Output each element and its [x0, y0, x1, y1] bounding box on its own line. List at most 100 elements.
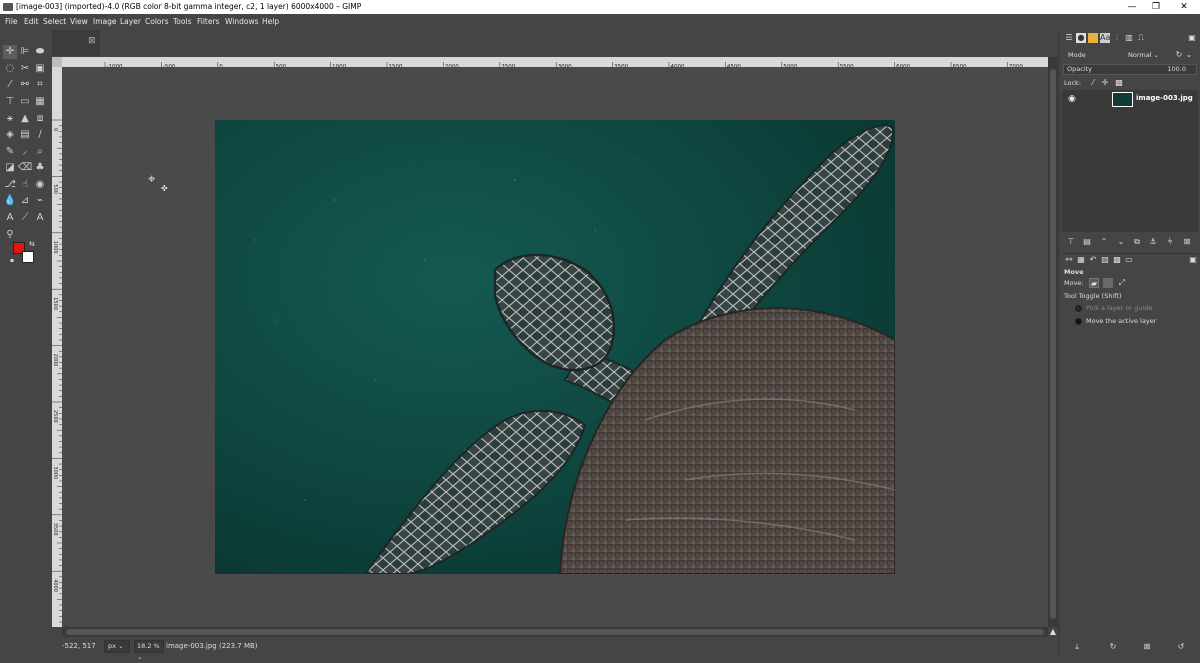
text-tool-icon[interactable]: A: [3, 211, 17, 225]
paths-tool-icon[interactable]: ⌁: [33, 194, 47, 208]
menu-image[interactable]: Image: [93, 14, 117, 30]
layer-row[interactable]: ◉ image-003.jpg: [1062, 90, 1198, 110]
eraser-tool-icon[interactable]: ⌫: [18, 161, 32, 175]
pick-layer-option[interactable]: Pick a layer or guide: [1086, 303, 1152, 314]
lock-pixels-icon[interactable]: ⁄: [1088, 78, 1098, 88]
clone-tool-icon[interactable]: ◪: [3, 161, 17, 175]
reset-options-icon[interactable]: ↺: [1176, 642, 1186, 652]
grid-transform-icon[interactable]: ▦: [33, 95, 47, 109]
navigation-tab-icon[interactable]: ▭: [1124, 255, 1134, 265]
perspective-clone-icon[interactable]: ⎇: [3, 178, 17, 192]
patterns-tab-icon[interactable]: [1088, 33, 1098, 43]
image-canvas[interactable]: [215, 120, 895, 574]
flip-tool-icon[interactable]: ⧈: [33, 112, 47, 126]
lock-position-icon[interactable]: ✛: [1100, 78, 1110, 88]
ink-tool-icon[interactable]: ⌕: [33, 145, 47, 159]
horizontal-scroll-thumb[interactable]: [66, 629, 1044, 635]
delete-layer-icon[interactable]: ⊠: [1182, 237, 1192, 247]
channels-tab-icon[interactable]: ⎍: [1136, 33, 1146, 43]
delete-options-icon[interactable]: ⊠: [1142, 642, 1152, 652]
unified-transform-icon[interactable]: ▭: [18, 95, 32, 109]
move-selection-mode-icon[interactable]: [1103, 278, 1113, 288]
close-tab-icon[interactable]: ⊠: [88, 36, 96, 46]
tool-options-close-icon[interactable]: ▣: [1188, 255, 1198, 265]
undo-history-tab-icon[interactable]: ↶: [1088, 255, 1098, 265]
new-layer-group-icon[interactable]: ⊤: [1066, 237, 1076, 247]
menu-edit[interactable]: Edit: [24, 14, 39, 30]
align-tool-icon[interactable]: ⊫: [18, 45, 32, 59]
smudge-tool-icon[interactable]: ☝: [18, 178, 32, 192]
menu-help[interactable]: Help: [262, 14, 279, 30]
brushes-tab-icon[interactable]: ●: [1076, 33, 1086, 43]
menu-file[interactable]: File: [5, 14, 18, 30]
menu-filters[interactable]: Filters: [197, 14, 219, 30]
horizontal-scrollbar[interactable]: [62, 627, 1048, 637]
menu-select[interactable]: Select: [43, 14, 66, 30]
duplicate-layer-icon[interactable]: ⧉: [1132, 237, 1142, 247]
horizontal-ruler[interactable]: -1000 -500 0 500 1000 1500 2000 2500 3000 3500 400…: [62, 57, 1048, 67]
transform-tool-icon[interactable]: ⊤: [3, 95, 17, 109]
blur-tool-icon[interactable]: 💧: [3, 194, 17, 208]
images-tab-icon[interactable]: ▨: [1100, 255, 1110, 265]
pencil-tool-icon[interactable]: ✎: [3, 145, 17, 159]
paintbrush-tool-icon[interactable]: ∕: [33, 128, 47, 142]
navigate-icon[interactable]: ▲: [1048, 627, 1058, 637]
ruler-corner[interactable]: [52, 57, 62, 67]
heal-tool-icon[interactable]: ♣: [33, 161, 47, 175]
foreground-select-icon[interactable]: ⚯: [18, 78, 32, 92]
zoom-select[interactable]: 18.2 % ⌄: [134, 640, 164, 661]
background-color-swatch[interactable]: [22, 251, 34, 263]
palettes-tab-icon[interactable]: ▩: [1112, 255, 1122, 265]
zoom-tool-icon[interactable]: ⚲: [3, 228, 17, 242]
crop-tool-icon[interactable]: ⌗: [33, 78, 47, 92]
fuzzy-wand-icon[interactable]: ⁄: [3, 78, 17, 92]
lower-layer-icon[interactable]: ⌄: [1116, 237, 1126, 247]
dodge-burn-icon[interactable]: ◉: [33, 178, 47, 192]
opacity-slider[interactable]: Opacity 100.0: [1063, 64, 1197, 75]
menu-layer[interactable]: Layer: [120, 14, 141, 30]
move-layer-mode-icon[interactable]: ▰: [1089, 278, 1099, 288]
document-history-icon[interactable]: ▥: [1124, 33, 1134, 43]
menu-view[interactable]: View: [70, 14, 88, 30]
layer-mask-icon[interactable]: ⫩: [1165, 237, 1175, 247]
menu-colors[interactable]: Colors: [145, 14, 169, 30]
cage-tool-icon[interactable]: ▲: [18, 112, 32, 126]
airbrush-tool-icon[interactable]: ⸝: [18, 145, 32, 159]
move-tool-icon[interactable]: ✛: [3, 45, 17, 59]
vertical-scroll-thumb[interactable]: [1050, 69, 1056, 619]
lock-alpha-icon[interactable]: ▩: [1114, 78, 1124, 88]
ellipse-tool-icon[interactable]: ⬬: [33, 45, 47, 59]
move-active-layer-option[interactable]: Move the active layer: [1086, 316, 1156, 327]
visibility-eye-icon[interactable]: ◉: [1068, 94, 1076, 104]
reset-colors-icon[interactable]: ▪: [10, 257, 14, 264]
device-status-tab-icon[interactable]: ▦: [1076, 255, 1086, 265]
chevron-down-icon[interactable]: ⌄: [1184, 50, 1194, 60]
close-button[interactable]: ✕: [1170, 0, 1198, 14]
restore-options-icon[interactable]: ↻: [1108, 642, 1118, 652]
tool-presets-icon[interactable]: ⫶: [1112, 33, 1122, 43]
vertical-ruler[interactable]: 050010001500200025003000350040004500: [52, 67, 62, 627]
fuzzy-select-tool-icon[interactable]: ▣: [33, 62, 47, 76]
fonts-tab-icon[interactable]: Aa: [1100, 33, 1110, 43]
raise-layer-icon[interactable]: ⌃: [1099, 237, 1109, 247]
swap-colors-icon[interactable]: ⇆: [29, 240, 35, 248]
reset-mode-icon[interactable]: ↻: [1174, 50, 1184, 60]
color-picker-icon[interactable]: ⊿: [18, 194, 32, 208]
measure-tool-icon[interactable]: ⟋: [18, 211, 32, 225]
vertical-scrollbar[interactable]: [1048, 57, 1058, 627]
menu-tools[interactable]: Tools: [173, 14, 191, 30]
menu-windows[interactable]: Windows: [225, 14, 258, 30]
free-select-tool-icon[interactable]: ◌: [3, 62, 17, 76]
mode-select[interactable]: Normal ⌄: [1128, 50, 1159, 61]
dock-menu-icon[interactable]: ☰: [1064, 33, 1074, 43]
pick-layer-radio[interactable]: [1075, 305, 1082, 312]
image-tab[interactable]: ⊠: [52, 30, 100, 56]
gradient-tool-icon[interactable]: ▤: [18, 128, 32, 142]
bucket-fill-icon[interactable]: ◈: [3, 128, 17, 142]
move-path-mode-icon[interactable]: ⤢: [1117, 278, 1127, 288]
scissors-tool-icon[interactable]: ✂: [18, 62, 32, 76]
new-layer-icon[interactable]: ▤: [1082, 237, 1092, 247]
anchor-layer-icon[interactable]: ⚓: [1148, 237, 1158, 247]
warp-transform-icon[interactable]: ⚹: [3, 112, 17, 126]
dock-close-icon[interactable]: ▣: [1187, 33, 1197, 43]
